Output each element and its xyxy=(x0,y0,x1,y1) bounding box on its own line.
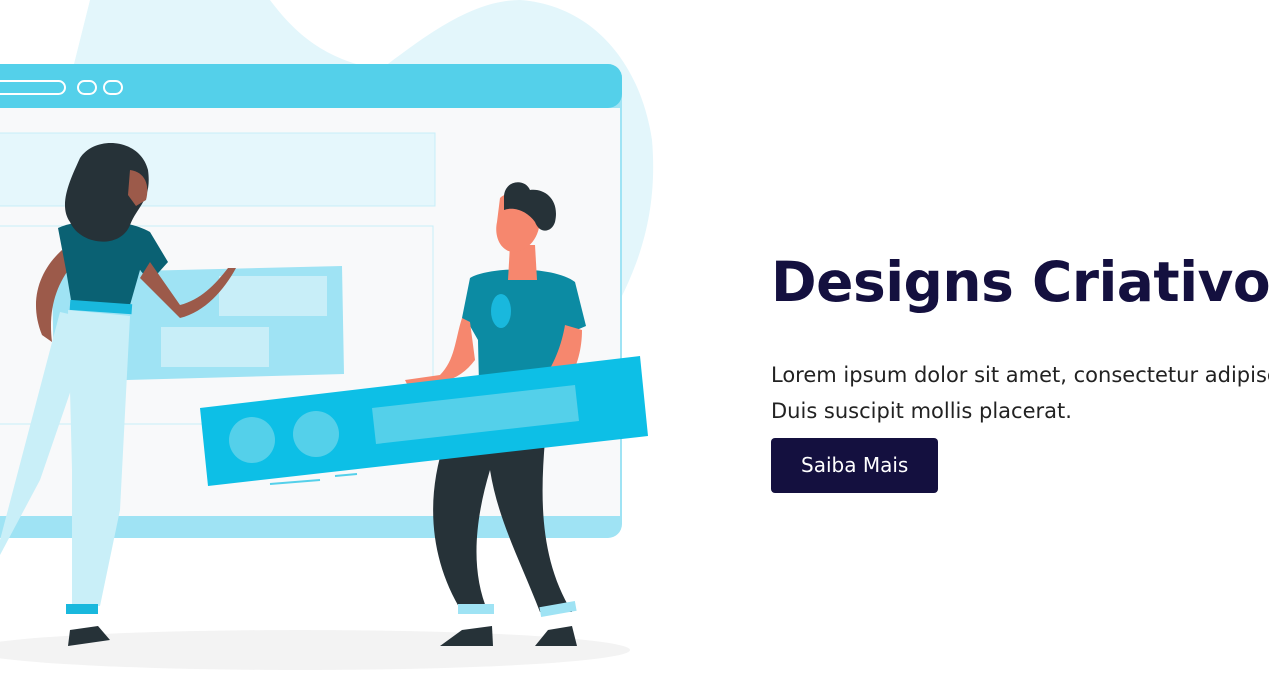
woman-legs xyxy=(68,310,130,606)
man-shoe-right xyxy=(535,626,577,646)
floating-panel-block-1 xyxy=(219,276,327,316)
hero-description-line-2: Duis suscipit mollis placerat. xyxy=(771,399,1072,423)
team-designing-webpage-illustration xyxy=(0,0,654,670)
hero-description: Lorem ipsum dolor sit amet, consectetur … xyxy=(771,357,1269,429)
hero-title: Designs Criativos xyxy=(771,250,1269,314)
floating-panel-block-2 xyxy=(161,327,269,367)
woman-cuff xyxy=(66,604,98,614)
hero-illustration xyxy=(0,0,660,693)
hero-description-line-1: Lorem ipsum dolor sit amet, consectetur … xyxy=(771,363,1269,387)
browser-header-bar xyxy=(0,64,622,108)
hero-section: Designs Criativos Lorem ipsum dolor sit … xyxy=(0,0,1269,693)
man-cuff-left xyxy=(458,604,494,614)
man-shirt-logo xyxy=(491,294,511,328)
hero-content: Designs Criativos Lorem ipsum dolor sit … xyxy=(771,246,1269,493)
content-bar-circle-2 xyxy=(293,411,339,457)
saiba-mais-button[interactable]: Saiba Mais xyxy=(771,438,939,493)
content-bar-circle-1 xyxy=(229,417,275,463)
page-block-top xyxy=(0,132,436,207)
